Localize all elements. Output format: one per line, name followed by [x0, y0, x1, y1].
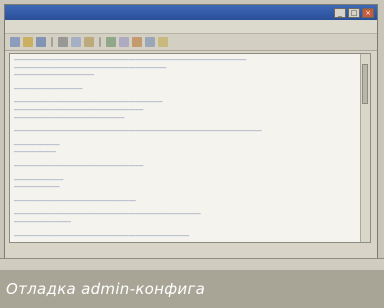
find-icon[interactable] — [106, 37, 116, 47]
minimize-icon[interactable]: _ — [334, 7, 346, 18]
toolbar-separator — [51, 37, 53, 47]
open-folder-icon[interactable] — [23, 37, 33, 47]
editor-line: ────────────────────────────────────────… — [14, 57, 247, 64]
paste-icon[interactable] — [84, 37, 94, 47]
editor-line: ────────────────────────────────────────… — [14, 211, 201, 219]
app-window: _ □ × ──────────────────────────────────… — [4, 4, 378, 264]
editor-line: ───────────────────────────── — [14, 114, 125, 122]
toolbar — [5, 34, 377, 51]
editor-line: ─────────── — [14, 149, 56, 157]
cut-icon[interactable] — [58, 37, 68, 47]
copy-icon[interactable] — [71, 37, 81, 47]
scrollbar-thumb[interactable] — [362, 64, 368, 104]
editor-line: ────────────────────────────────────────… — [14, 128, 262, 136]
editor-line: ──────────── — [14, 184, 60, 192]
editor-line: ──────────── — [14, 141, 60, 149]
maximize-icon[interactable]: □ — [348, 7, 360, 18]
editor-line: ─────────────── — [14, 218, 72, 226]
editor-line: ────────────────────────────────────────… — [14, 232, 190, 240]
settings-icon[interactable] — [145, 37, 155, 47]
replace-icon[interactable] — [119, 37, 129, 47]
toolbar-separator — [99, 37, 101, 47]
caption-text: Отладка admin-конфига — [6, 280, 206, 298]
editor-line: ───────────── — [14, 176, 64, 184]
caption-bar: Отладка admin-конфига — [0, 270, 384, 308]
editor-line: ────────────────────────────────── — [14, 106, 144, 114]
close-icon[interactable]: × — [362, 7, 374, 18]
text-editor[interactable]: ────────────────────────────────────────… — [9, 53, 371, 243]
editor-line: ──────────────────────────────── — [14, 197, 136, 205]
editor-line: ─────────────────────────────────────── — [14, 99, 163, 107]
menu-bar — [5, 20, 377, 34]
editor-line: ───────────────────── — [14, 72, 95, 80]
editor-line: ──────────────────────────────────────── — [14, 64, 167, 72]
vertical-scrollbar[interactable] — [360, 54, 370, 242]
screenshot-frame: _ □ × ──────────────────────────────────… — [0, 0, 384, 270]
taskbar — [0, 258, 384, 270]
title-bar: _ □ × — [5, 5, 377, 20]
save-icon[interactable] — [36, 37, 46, 47]
editor-line: ────────────────── — [14, 85, 83, 93]
editor-line: ────────────────────────────────── — [14, 162, 144, 170]
help-icon[interactable] — [158, 37, 168, 47]
run-icon[interactable] — [132, 37, 142, 47]
new-file-icon[interactable] — [10, 37, 20, 47]
